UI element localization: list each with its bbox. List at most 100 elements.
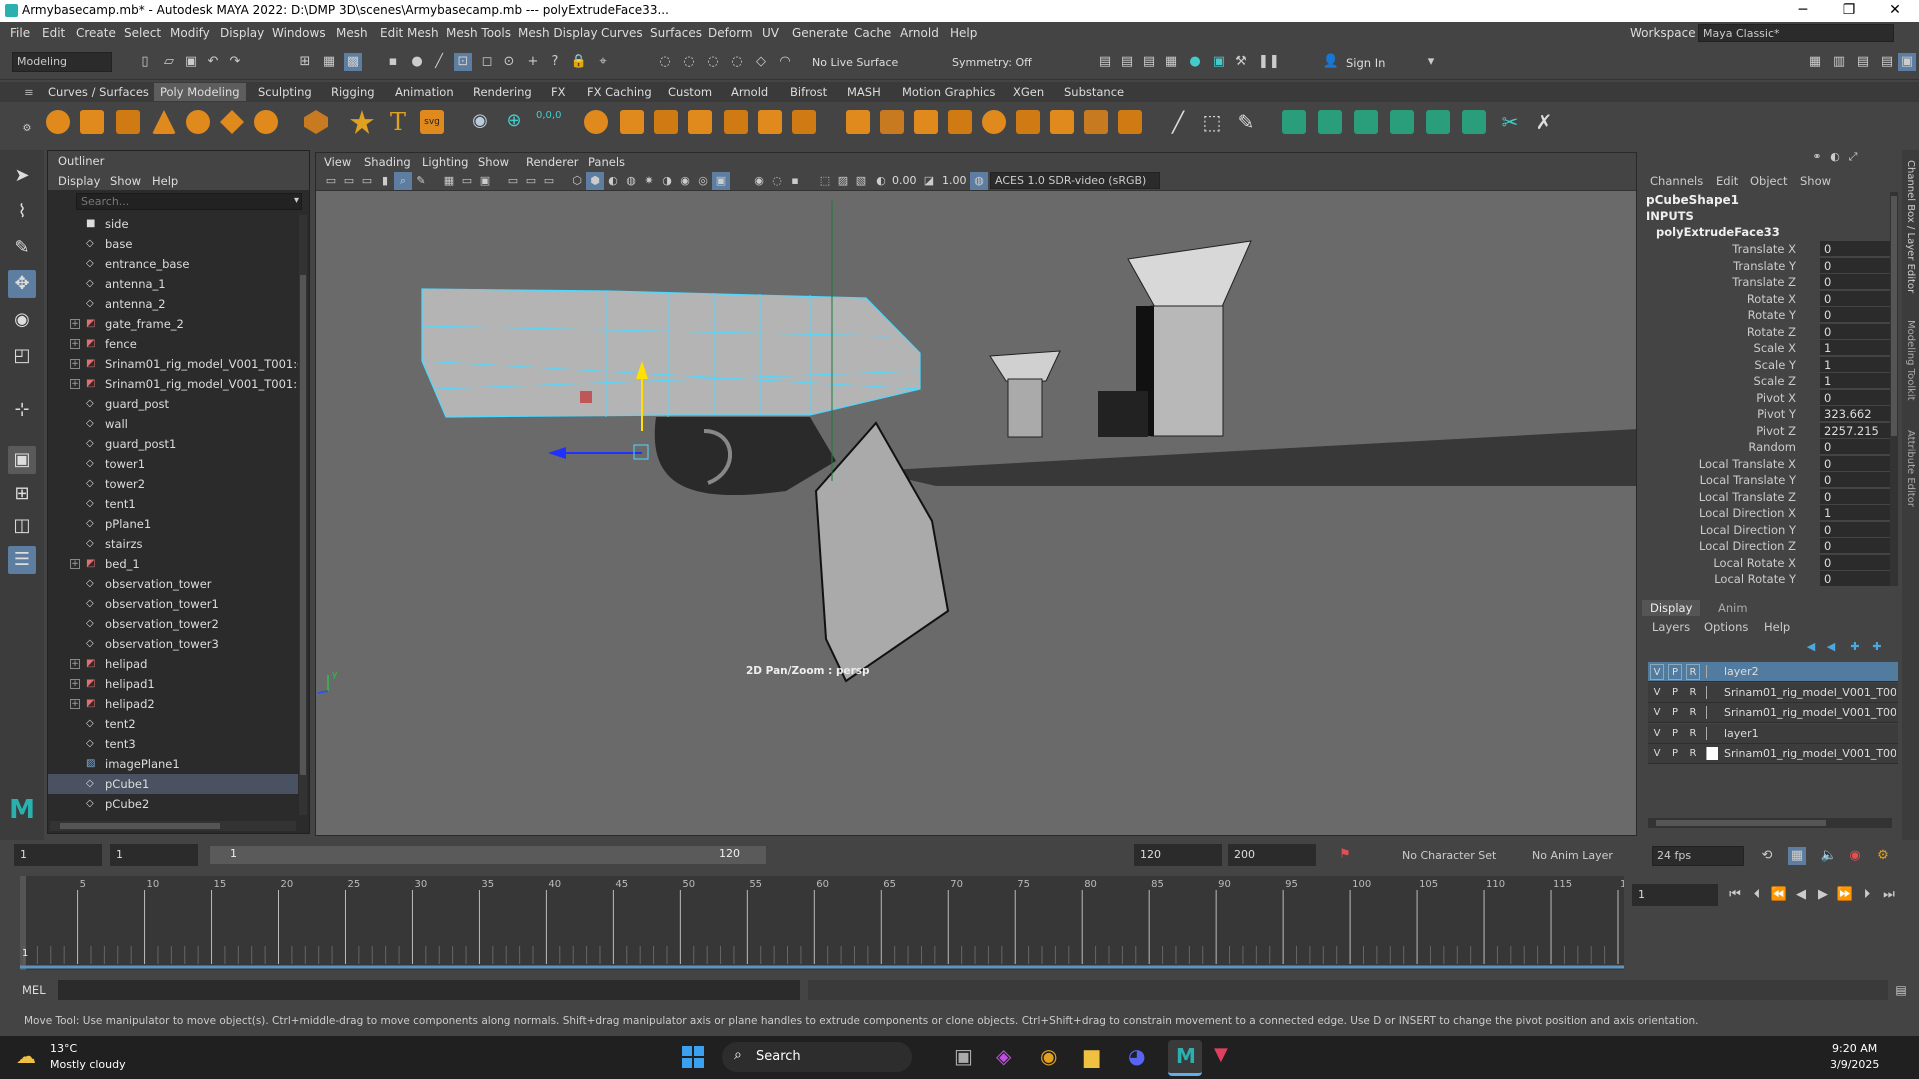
rotate-tool-icon[interactable]: ◉ xyxy=(8,306,36,334)
cb-attribute-row[interactable]: Local Direction X 1 xyxy=(1640,505,1898,521)
bevel-icon[interactable] xyxy=(724,110,748,134)
tab-substance[interactable]: Substance xyxy=(1064,85,1124,99)
weather-icon[interactable]: ☁ xyxy=(16,1044,36,1068)
render-settings-icon[interactable]: ▦ xyxy=(1162,53,1180,71)
extrude-icon[interactable] xyxy=(688,110,712,134)
outliner-item[interactable]: ■ side xyxy=(48,214,298,234)
crease-icon[interactable] xyxy=(1084,110,1108,134)
go-start-icon[interactable]: ⏮ xyxy=(1726,886,1744,904)
toggle-channelbox-icon[interactable]: ▤ xyxy=(1854,53,1872,71)
tab-fx[interactable]: FX xyxy=(551,85,566,99)
cb-attribute-name[interactable]: Local Direction X xyxy=(1699,505,1796,521)
gamma-field[interactable]: 1.00 xyxy=(942,174,967,187)
paint-select-icon[interactable]: ◌ xyxy=(680,53,698,71)
cb-attribute-row[interactable]: Translate X 0 xyxy=(1640,241,1898,257)
close-button[interactable]: ✕ xyxy=(1872,0,1918,22)
cb-attribute-row[interactable]: Local Translate Y 0 xyxy=(1640,472,1898,488)
key-icon[interactable]: ⚑ xyxy=(1336,846,1354,864)
tab-bifrost[interactable]: Bifrost xyxy=(790,85,827,99)
sign-in-button[interactable]: Sign In xyxy=(1346,56,1385,70)
poly-cone-icon[interactable] xyxy=(152,110,176,134)
layer-toggle-r[interactable]: R xyxy=(1686,685,1700,701)
cb-attribute-name[interactable]: Rotate X xyxy=(1747,291,1796,307)
cb-attribute-row[interactable]: Pivot X 0 xyxy=(1640,389,1898,406)
mel-language-toggle[interactable]: MEL xyxy=(22,983,46,997)
cb-attribute-row[interactable]: Translate Z 0 xyxy=(1640,274,1898,290)
cb-attribute-row[interactable]: Random 0 xyxy=(1640,439,1898,455)
snap-curve-icon[interactable]: ● xyxy=(408,53,426,71)
layer-toggle-v[interactable]: V xyxy=(1650,685,1664,701)
vp-menu-shading[interactable]: Shading xyxy=(364,155,411,169)
outliner-item[interactable]: ◇ stairzs xyxy=(48,534,298,554)
outliner-item[interactable]: ◇ observation_tower2 xyxy=(48,614,298,634)
menu-file[interactable]: File xyxy=(10,26,30,40)
character-set-select[interactable]: No Character Set xyxy=(1402,849,1496,862)
outliner-item[interactable]: + ◩ bed_1 xyxy=(48,554,298,574)
cb-attribute-name[interactable]: Local Rotate Y xyxy=(1714,571,1796,587)
poly-torus-icon[interactable] xyxy=(186,110,210,134)
offset-loop-icon[interactable] xyxy=(948,110,972,134)
step-forward-frame-icon[interactable]: ⏩ xyxy=(1836,886,1854,904)
insert-loop-icon[interactable] xyxy=(914,110,938,134)
menu-generate[interactable]: Generate xyxy=(792,26,848,40)
open-scene-icon[interactable]: ▱ xyxy=(160,53,178,71)
menu-display[interactable]: Display xyxy=(220,26,264,40)
anim-prefs-icon[interactable]: ⚙ xyxy=(1874,847,1892,865)
cb-attribute-row[interactable]: Rotate X 0 xyxy=(1640,290,1898,307)
cb-attribute-name[interactable]: Local Translate X xyxy=(1699,456,1796,472)
outliner-item[interactable]: + ◩ Srinam01_rig_model_V001_T001:globa xyxy=(48,354,298,374)
uv-cut-icon[interactable]: ✂ xyxy=(1498,110,1522,134)
outliner-menu-display[interactable]: Display xyxy=(58,174,100,188)
save-scene-icon[interactable]: ▣ xyxy=(182,53,200,71)
layers-menu-options[interactable]: Options xyxy=(1704,620,1748,634)
layer-toggle-v[interactable]: V xyxy=(1650,664,1664,680)
weather-desc[interactable]: Mostly cloudy xyxy=(50,1058,126,1071)
layer-toggle-p[interactable]: P xyxy=(1668,664,1682,680)
undo-icon[interactable]: ↶ xyxy=(204,53,222,71)
menu-edit-mesh[interactable]: Edit Mesh xyxy=(380,26,439,40)
search-options-icon[interactable]: ▾ xyxy=(294,195,299,206)
cb-attribute-row[interactable]: Rotate Y 0 xyxy=(1640,307,1898,323)
move-layer-up-icon[interactable]: ◀ xyxy=(1802,638,1820,656)
sound-icon[interactable]: 🔈 xyxy=(1820,847,1838,865)
lasso-tool-icon[interactable]: ⌇ xyxy=(8,198,36,226)
cb-attribute-value[interactable]: 0 xyxy=(1820,472,1892,487)
cb-attribute-value[interactable]: 0 xyxy=(1820,538,1892,553)
maya-taskbar-button[interactable]: M xyxy=(1168,1040,1202,1076)
outliner-item[interactable]: ◇ tent3 xyxy=(48,734,298,754)
mirror-icon[interactable]: 0,0,0 xyxy=(536,110,561,134)
cb-attribute-row[interactable]: Local Rotate Y 0 xyxy=(1640,571,1898,587)
layer-color-swatch[interactable] xyxy=(1706,706,1718,719)
maximize-button[interactable]: ❐ xyxy=(1826,0,1872,22)
vp-menu-view[interactable]: View xyxy=(324,155,351,169)
cb-attribute-value[interactable]: 0 xyxy=(1820,257,1892,273)
script-editor-icon[interactable]: ▤ xyxy=(1892,981,1910,999)
outliner-item[interactable]: ◇ tent2 xyxy=(48,714,298,734)
select-component-icon[interactable]: ▩ xyxy=(344,53,362,71)
cache-icon[interactable]: ▦ xyxy=(1788,847,1806,865)
poly-cube-icon[interactable] xyxy=(80,110,104,134)
outliner-layout-icon[interactable]: ☰ xyxy=(8,546,36,574)
cb-attribute-row[interactable]: Local Direction Y 0 xyxy=(1640,521,1898,538)
render-sequence-icon[interactable]: ▤ xyxy=(1118,53,1136,71)
taskbar-time[interactable]: 9:20 AM xyxy=(1832,1042,1877,1055)
exposure-icon[interactable]: ◐ xyxy=(872,172,890,190)
outliner-vscrollbar[interactable] xyxy=(299,215,307,815)
question-icon[interactable]: ? xyxy=(546,53,564,71)
cb-attribute-row[interactable]: Pivot Y 323.662 xyxy=(1640,406,1898,422)
outliner-item[interactable]: ◇ pCube2 xyxy=(48,794,298,814)
cb-attribute-name[interactable]: Local Translate Y xyxy=(1700,472,1796,488)
layer-toggle-v[interactable]: V xyxy=(1650,746,1664,762)
cb-attribute-value[interactable]: 0 xyxy=(1820,554,1892,570)
uv-layout-icon[interactable] xyxy=(1426,110,1450,134)
combine-icon[interactable]: ◉ xyxy=(468,110,492,134)
layer-row[interactable]: VPR Srinam01_rig_model_V001_T001:Srina xyxy=(1648,744,1898,764)
cb-attribute-value[interactable]: 1 xyxy=(1820,373,1892,388)
outliner-item[interactable]: + ◩ Srinam01_rig_model_V001_T001:Srina xyxy=(48,374,298,394)
last-tool-icon[interactable]: ⊹ xyxy=(8,396,36,424)
menu-surfaces[interactable]: Surfaces xyxy=(650,26,702,40)
cb-attribute-name[interactable]: Random xyxy=(1748,439,1796,455)
tab-rendering[interactable]: Rendering xyxy=(473,85,532,99)
range-bar[interactable]: 1 120 xyxy=(210,846,766,864)
camera-attr-icon[interactable]: ▭ xyxy=(340,172,358,190)
